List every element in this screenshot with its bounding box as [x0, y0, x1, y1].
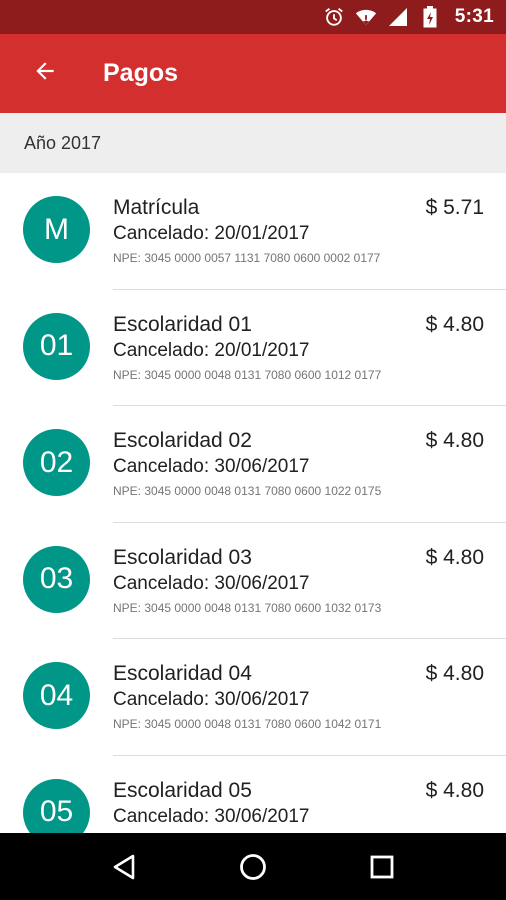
- payment-amount: $ 4.80: [425, 662, 484, 685]
- payment-title: Escolaridad 01: [113, 312, 252, 336]
- payment-npe: NPE: 3045 0000 0057 1131 7080 0600 0002 …: [113, 251, 381, 265]
- year-section-header: Año 2017: [0, 113, 506, 173]
- payment-npe: NPE: 3045 0000 0048 0131 7080 0600 1022 …: [113, 484, 382, 498]
- avatar: 01: [23, 312, 90, 380]
- avatar: 03: [23, 545, 90, 613]
- status-bar: 5:31: [0, 0, 506, 34]
- home-circle-icon[interactable]: [223, 837, 283, 897]
- payments-list[interactable]: M Matrícula $ 5.71 Cancelado: 20/01/2017…: [0, 173, 506, 833]
- payment-title: Escolaridad 03: [113, 545, 252, 569]
- payment-npe: NPE: 3045 0000 0048 0131 7080 0600 1012 …: [113, 367, 382, 382]
- avatar: 02: [23, 429, 90, 496]
- status-time: 5:31: [454, 6, 494, 27]
- payment-title: Matrícula: [113, 196, 200, 219]
- payment-title: Escolaridad 04: [113, 662, 252, 685]
- screen: 5:31 Pagos Año 2017 M Matrícula $ 5.71 C…: [0, 0, 506, 900]
- payment-npe: NPE: 3045 0000 0048 0131 7080 0600 1042 …: [113, 717, 382, 731]
- payment-date: Cancelado: 20/01/2017: [113, 339, 310, 361]
- recents-square-icon[interactable]: [352, 837, 412, 897]
- payment-date: Cancelado: 20/01/2017: [113, 223, 310, 244]
- battery-icon: [419, 6, 441, 28]
- wifi-icon: [355, 6, 377, 28]
- payment-amount: $ 4.80: [425, 545, 484, 569]
- list-item[interactable]: 01 Escolaridad 01 $ 4.80 Cancelado: 20/0…: [0, 290, 506, 406]
- app-bar: Pagos: [0, 34, 506, 113]
- avatar: 05: [23, 778, 90, 833]
- back-button[interactable]: [0, 34, 90, 113]
- back-triangle-icon[interactable]: [94, 837, 154, 897]
- system-nav-bar: [0, 833, 506, 900]
- list-item[interactable]: 05 Escolaridad 05 $ 4.80 Cancelado: 30/0…: [0, 756, 506, 833]
- payment-amount: $ 5.71: [425, 196, 484, 219]
- list-item[interactable]: 04 Escolaridad 04 $ 4.80 Cancelado: 30/0…: [0, 639, 506, 756]
- payment-amount: $ 4.80: [425, 429, 484, 452]
- list-item[interactable]: M Matrícula $ 5.71 Cancelado: 20/01/2017…: [0, 173, 506, 290]
- payment-title: Escolaridad 02: [113, 429, 252, 452]
- avatar: M: [23, 196, 90, 263]
- payment-date: Cancelado: 30/06/2017: [113, 805, 310, 827]
- list-item[interactable]: 03 Escolaridad 03 $ 4.80 Cancelado: 30/0…: [0, 523, 506, 639]
- payment-amount: $ 4.80: [425, 312, 484, 336]
- avatar: 04: [23, 662, 90, 729]
- payment-date: Cancelado: 30/06/2017: [113, 689, 310, 710]
- list-item[interactable]: 02 Escolaridad 02 $ 4.80 Cancelado: 30/0…: [0, 406, 506, 523]
- page-title: Pagos: [103, 59, 179, 87]
- signal-icon: [387, 6, 409, 28]
- payment-title: Escolaridad 05: [113, 778, 252, 802]
- payment-amount: $ 4.80: [425, 778, 484, 802]
- payment-npe: NPE: 3045 0000 0048 0131 7080 0600 1032 …: [113, 600, 382, 615]
- arrow-back-icon: [32, 58, 58, 89]
- payment-date: Cancelado: 30/06/2017: [113, 456, 310, 477]
- alarm-icon: [323, 6, 345, 28]
- payment-date: Cancelado: 30/06/2017: [113, 572, 310, 594]
